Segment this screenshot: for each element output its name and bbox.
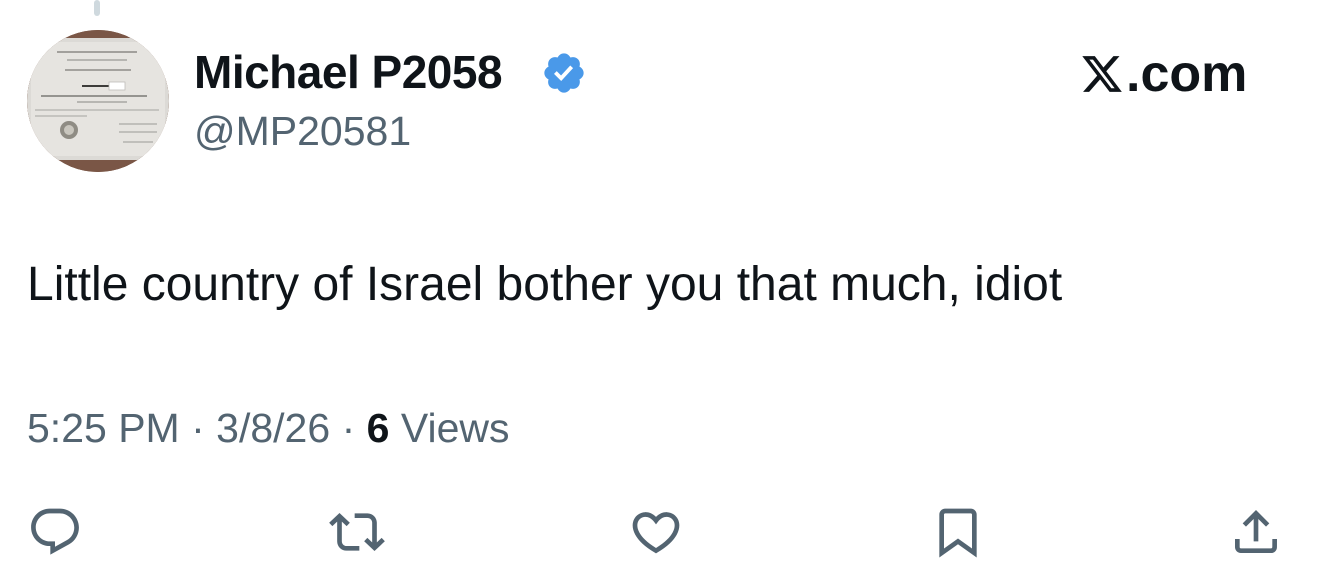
tweet-meta: 5:25 PM · 3/8/26 · 6 Views: [27, 402, 510, 454]
avatar[interactable]: [27, 30, 169, 172]
thread-connector-line: [94, 0, 100, 16]
brand-watermark: .com: [1080, 44, 1247, 104]
heart-icon: [632, 512, 680, 554]
views-count: 6: [366, 405, 390, 451]
author-handle[interactable]: @MP20581: [194, 106, 411, 156]
tweet-date[interactable]: 3/8/26: [216, 405, 330, 451]
share-icon: [1235, 510, 1277, 553]
tweet-action-bar: [0, 504, 1320, 560]
avatar-certificate-image: [27, 30, 169, 172]
verified-badge-icon: [544, 53, 584, 93]
bookmark-icon: [939, 508, 977, 558]
views-label: Views: [400, 405, 510, 451]
repost-button[interactable]: [329, 504, 385, 560]
x-logo-icon: [1082, 56, 1122, 92]
bookmark-button[interactable]: [930, 504, 986, 560]
brand-domain-label: .com: [1126, 45, 1248, 103]
tweet-time[interactable]: 5:25 PM: [27, 405, 180, 451]
repost-icon: [329, 513, 385, 551]
meta-separator: ·: [191, 405, 205, 451]
meta-separator: ·: [341, 405, 356, 451]
reply-icon: [31, 508, 79, 555]
tweet-text: Little country of Israel bother you that…: [27, 258, 1063, 311]
reply-button[interactable]: [27, 504, 83, 560]
author-display-name[interactable]: Michael P2058: [194, 44, 503, 100]
like-button[interactable]: [628, 504, 684, 560]
share-button[interactable]: [1228, 504, 1284, 560]
